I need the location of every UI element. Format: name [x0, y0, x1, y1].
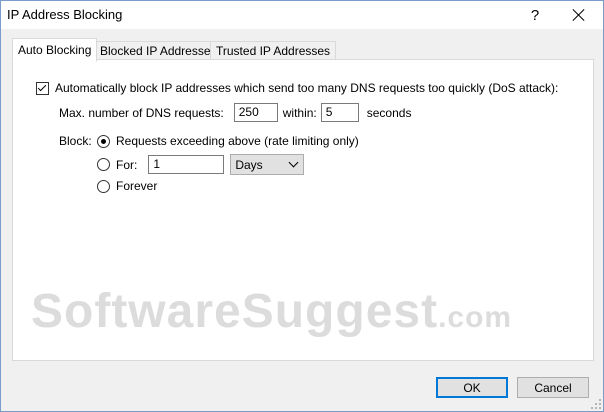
- block-option-rate-limiting[interactable]: Requests exceeding above (rate limiting …: [97, 134, 359, 148]
- within-label: within:: [282, 105, 317, 120]
- max-requests-row: Max. number of DNS requests: within: sec…: [59, 103, 411, 122]
- dialog-window: IP Address Blocking ? Auto Blocking Bloc…: [0, 0, 604, 412]
- forever-label: Forever: [116, 179, 158, 193]
- block-option-for[interactable]: For: Days: [97, 154, 305, 175]
- auto-block-checkbox[interactable]: [36, 81, 49, 95]
- ok-label: OK: [463, 380, 481, 395]
- cancel-button[interactable]: Cancel: [517, 377, 589, 398]
- max-requests-label: Max. number of DNS requests:: [59, 105, 224, 120]
- cancel-label: Cancel: [534, 380, 572, 395]
- for-unit-value: Days: [235, 157, 263, 172]
- resize-grip-icon[interactable]: [591, 399, 601, 409]
- rate-limiting-label: Requests exceeding above (rate limiting …: [116, 134, 359, 148]
- watermark-text: SoftwareSuggest: [31, 285, 439, 338]
- block-option-forever[interactable]: Forever: [97, 179, 157, 193]
- window-title: IP Address Blocking: [7, 7, 123, 22]
- auto-block-row[interactable]: Automatically block IP addresses which s…: [36, 81, 558, 95]
- watermark-logo: SoftwareSuggest.com: [31, 284, 512, 339]
- title-bar[interactable]: IP Address Blocking ?: [1, 1, 603, 29]
- help-button[interactable]: ?: [517, 1, 553, 29]
- block-label: Block:: [59, 134, 92, 148]
- watermark-tld: .com: [438, 301, 513, 334]
- for-radio[interactable]: [97, 158, 110, 171]
- auto-block-label: Automatically block IP addresses which s…: [55, 81, 559, 95]
- tab-blocked-ip-addresses[interactable]: Blocked IP Addresses: [94, 41, 223, 60]
- help-icon: ?: [530, 6, 540, 24]
- chevron-down-icon: [288, 157, 299, 168]
- rate-limiting-radio[interactable]: [97, 134, 110, 148]
- within-input[interactable]: [320, 103, 359, 122]
- max-requests-input[interactable]: [233, 103, 278, 122]
- tab-trusted-ip-addresses[interactable]: Trusted IP Addresses: [210, 41, 337, 60]
- ok-button[interactable]: OK: [436, 377, 508, 398]
- close-icon: [573, 9, 585, 21]
- for-label: For:: [116, 157, 138, 172]
- forever-radio[interactable]: [97, 179, 110, 193]
- tab-label: Auto Blocking: [18, 43, 92, 57]
- for-duration-input[interactable]: [148, 155, 225, 174]
- seconds-label: seconds: [366, 105, 412, 120]
- tab-label: Blocked IP Addresses: [100, 44, 217, 58]
- close-button[interactable]: [561, 1, 597, 29]
- for-unit-select[interactable]: Days: [230, 154, 305, 175]
- tab-auto-blocking[interactable]: Auto Blocking: [12, 38, 98, 62]
- tab-label: Trusted IP Addresses: [216, 44, 331, 58]
